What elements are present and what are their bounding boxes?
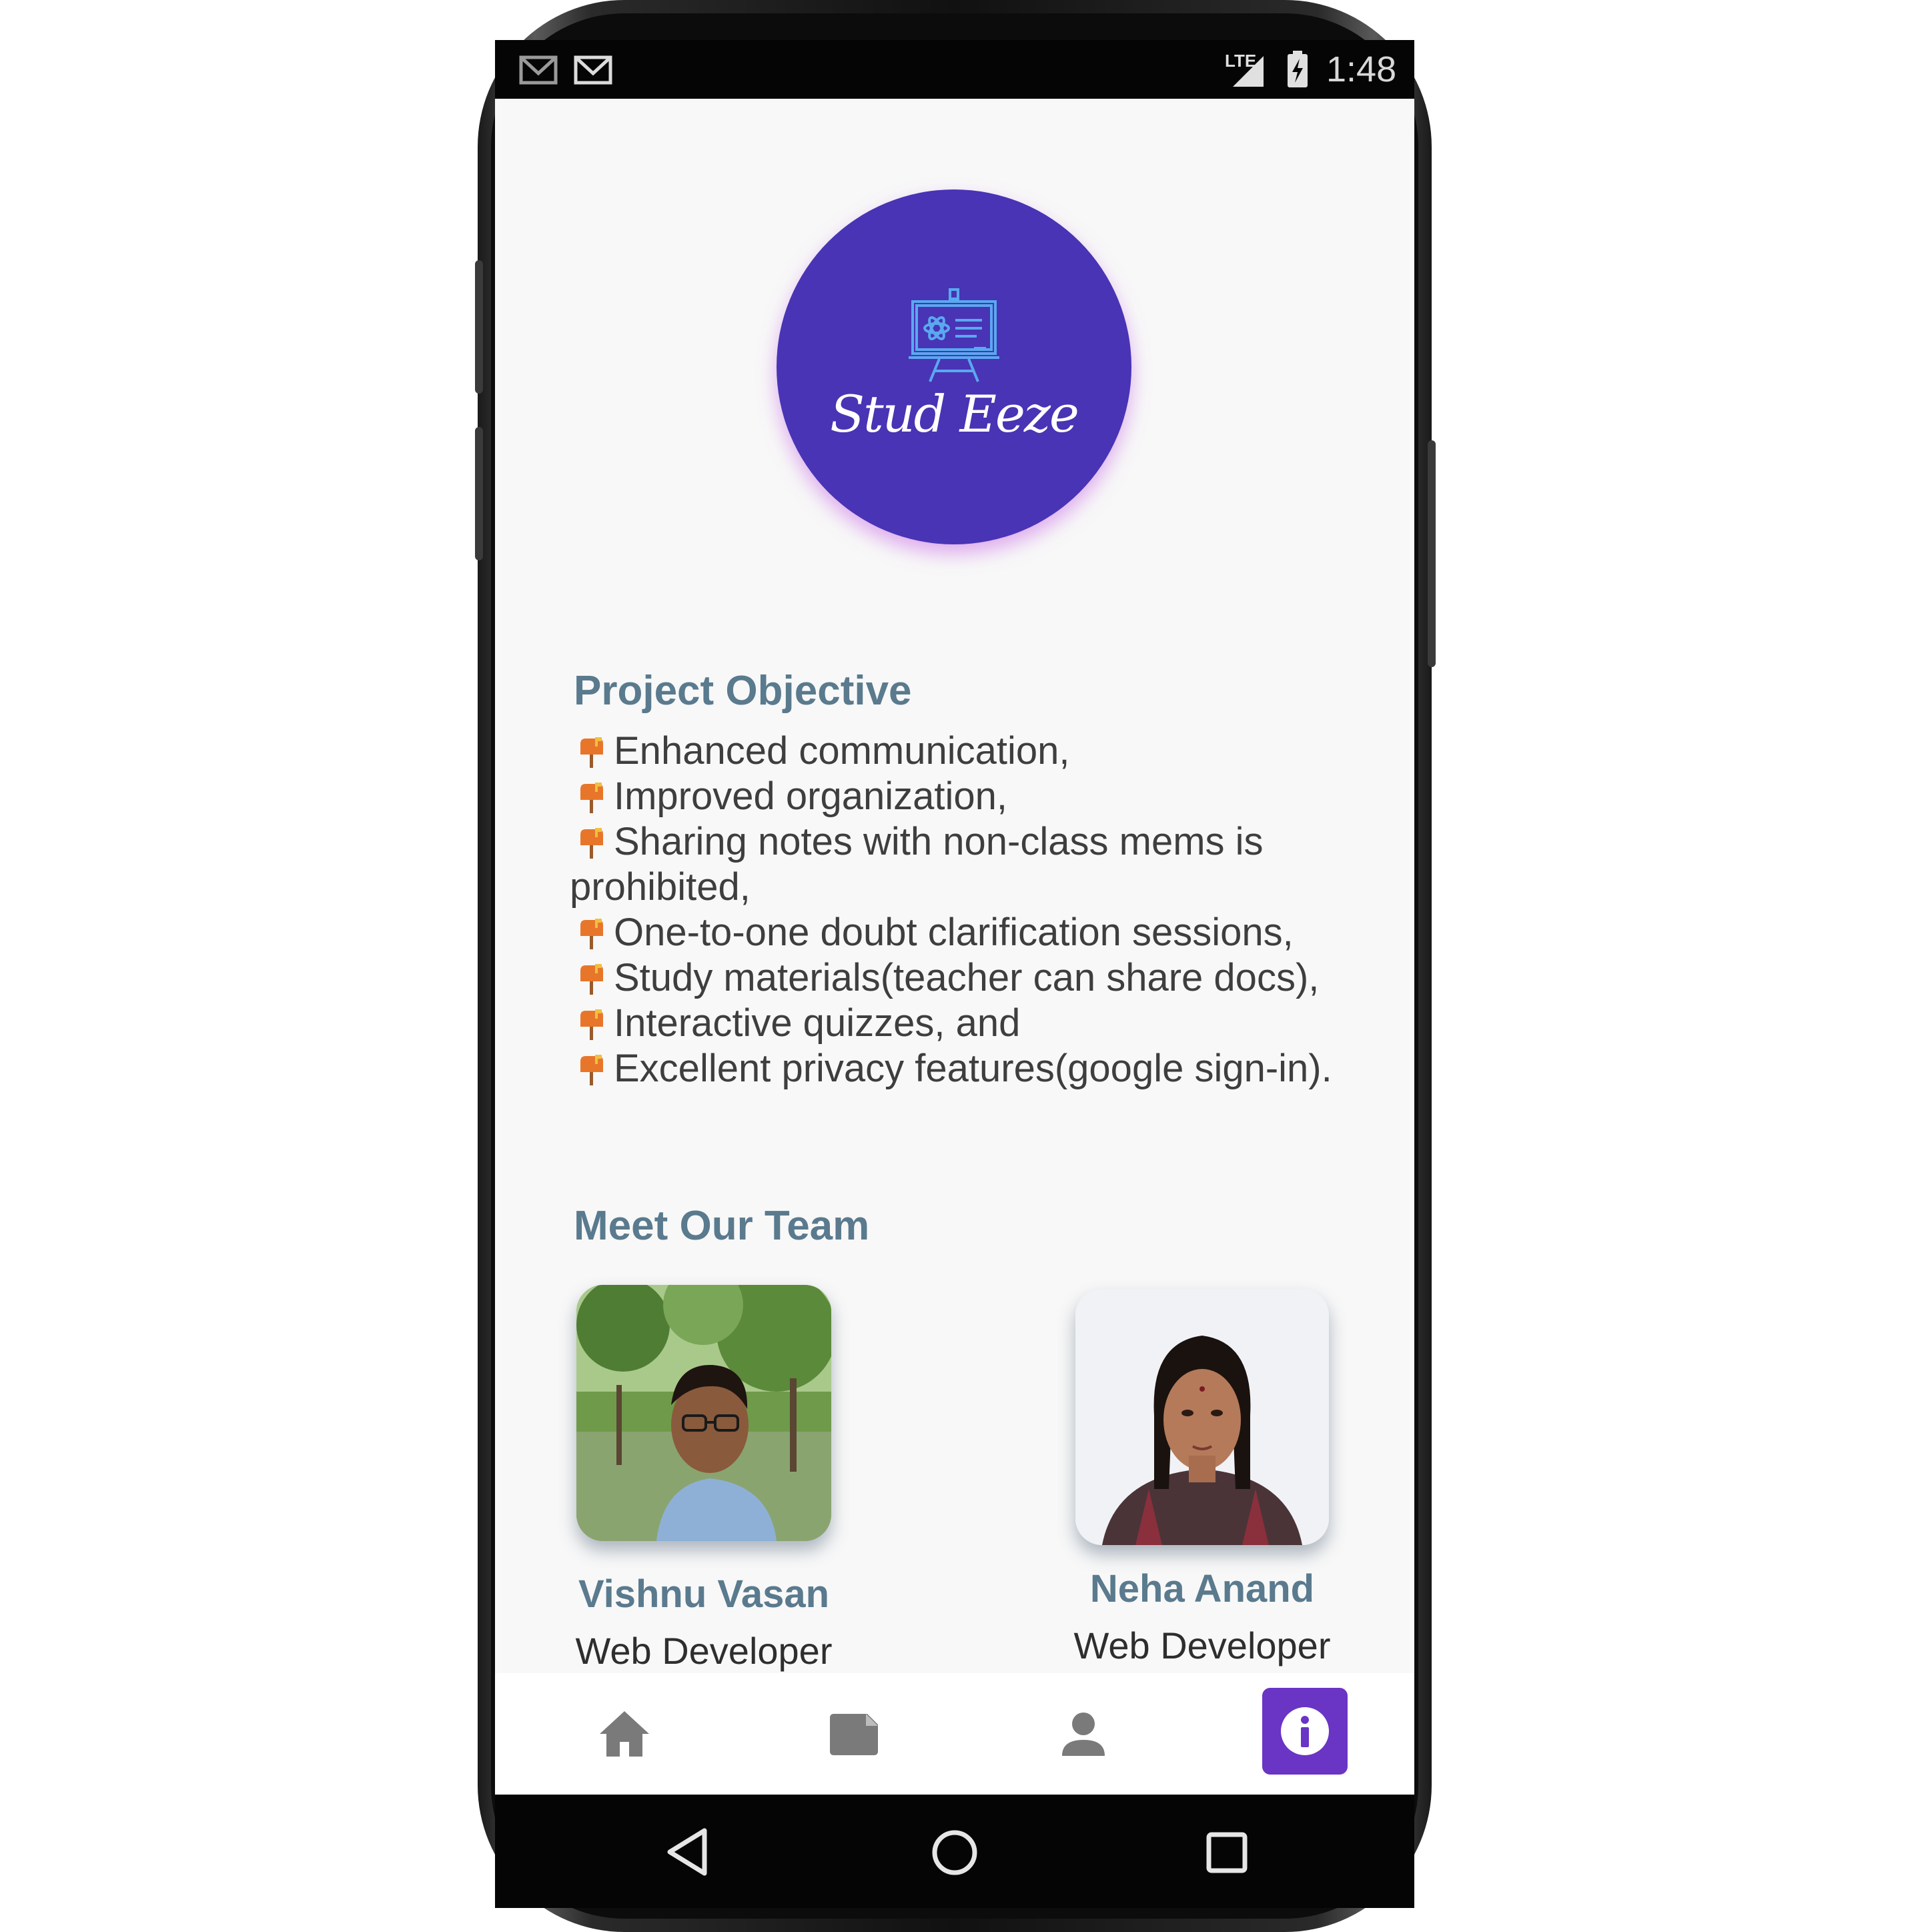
mailbox-icon	[580, 737, 603, 768]
member-role: Web Developer	[1073, 1624, 1331, 1666]
mail-notification-icon	[519, 55, 558, 85]
objective-item: Enhanced communication,	[570, 729, 1370, 774]
nav-about[interactable]	[1262, 1688, 1348, 1775]
recents-icon[interactable]	[1206, 1832, 1248, 1873]
objective-item: One-to-one doubt clarification sessions,	[570, 910, 1370, 955]
mailbox-icon	[580, 919, 603, 949]
member-role: Web Developer	[575, 1630, 833, 1672]
mail-notification-icon	[574, 55, 612, 85]
status-bar: LTE 1:48	[495, 40, 1414, 99]
back-icon[interactable]	[666, 1828, 708, 1876]
logo-wordmark: Stud Eeze	[830, 384, 1079, 444]
presentation-board-icon	[909, 288, 999, 382]
mailbox-icon	[580, 1009, 603, 1040]
nav-profile[interactable]	[1026, 1673, 1141, 1795]
power-button	[1428, 440, 1436, 667]
battery-charging-icon	[1288, 51, 1308, 87]
person-photo-icon	[1075, 1289, 1329, 1545]
nav-documents[interactable]	[797, 1673, 911, 1795]
mailbox-icon	[580, 1055, 603, 1085]
mailbox-icon	[580, 783, 603, 813]
mailbox-icon	[580, 964, 603, 995]
nav-home[interactable]	[567, 1673, 682, 1795]
objective-title: Project Objective	[574, 668, 912, 714]
screen: LTE 1:48 Stud Eeze Project Objective Enh…	[495, 40, 1414, 1795]
status-time: 1:48	[1326, 49, 1397, 89]
member-photo	[576, 1285, 831, 1541]
app-logo: Stud Eeze	[777, 189, 1131, 544]
member-photo	[1075, 1289, 1329, 1545]
objective-item: Interactive quizzes, and	[570, 1001, 1370, 1046]
objective-item: Study materials(teacher can share docs),	[570, 955, 1370, 1001]
objective-item: Sharing notes with non-class mems is pro…	[570, 820, 1264, 909]
objective-item: Excellent privacy features(google sign-i…	[570, 1046, 1370, 1091]
bottom-navigation	[495, 1673, 1414, 1795]
objective-list: Enhanced communication, Improved organiz…	[570, 729, 1370, 1091]
team-title: Meet Our Team	[574, 1203, 870, 1249]
signal-icon	[1233, 56, 1264, 87]
mailbox-icon	[580, 828, 603, 859]
person-icon	[1062, 1713, 1105, 1756]
person-photo-icon	[576, 1285, 831, 1541]
info-icon	[1281, 1707, 1329, 1755]
member-name: Vishnu Vasan	[578, 1572, 830, 1616]
volume-button	[475, 260, 483, 394]
member-name: Neha Anand	[1089, 1567, 1315, 1610]
home-icon	[600, 1711, 649, 1757]
objective-item: Improved organization,	[570, 774, 1370, 819]
volume-button-lower	[475, 427, 483, 560]
document-icon	[830, 1714, 878, 1755]
home-circle-icon[interactable]	[931, 1829, 978, 1876]
system-navigation-bar	[495, 1795, 1414, 1908]
